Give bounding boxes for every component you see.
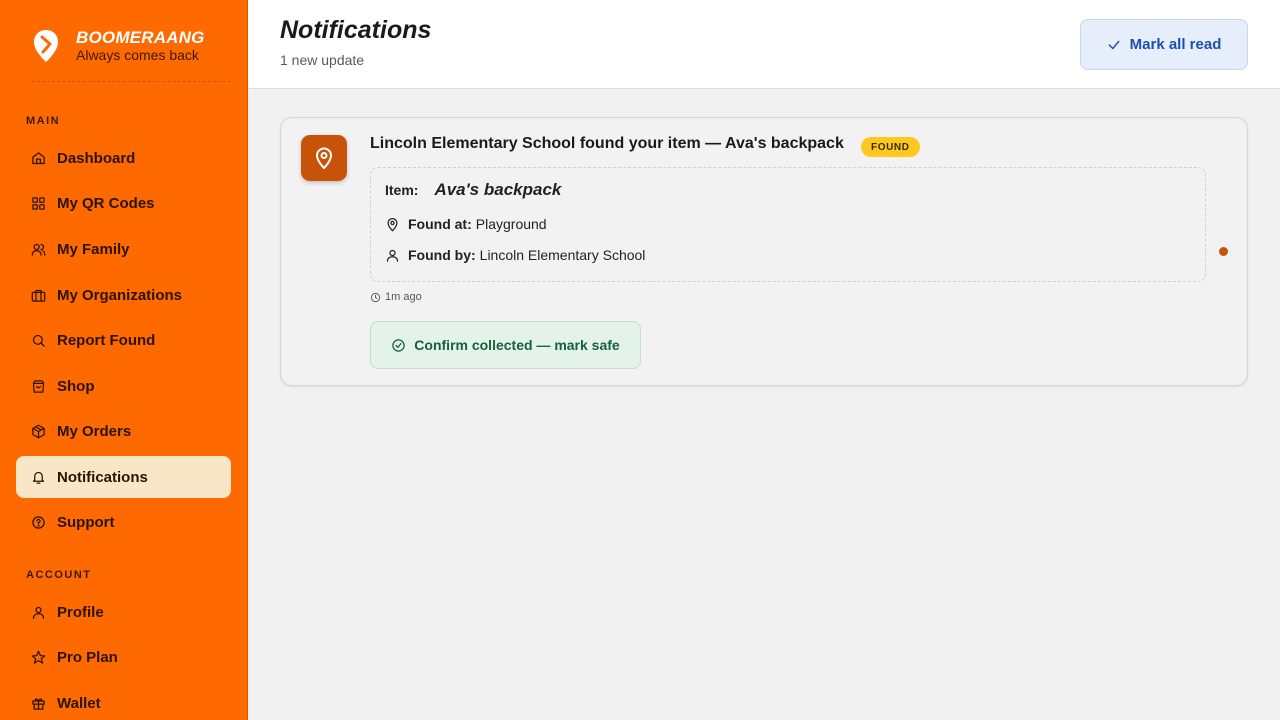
found-at-label: Found at:: [408, 216, 472, 232]
item-name: Ava's backpack: [434, 180, 562, 199]
sidebar-item-label: Report Found: [57, 331, 156, 349]
sidebar-item-my-family[interactable]: My Family: [16, 228, 231, 270]
sidebar-item-label: Wallet: [57, 694, 101, 712]
timestamp-text: 1m ago: [385, 291, 422, 303]
page-subtitle: 1 new update: [280, 52, 365, 68]
section-label-account: ACCOUNT: [26, 569, 92, 581]
page-header: Notifications 1 new update Mark all read: [248, 0, 1280, 89]
sidebar-item-dashboard[interactable]: Dashboard: [16, 137, 231, 179]
notification-title: Lincoln Elementary School found your ite…: [370, 135, 844, 152]
sidebar-item-wallet[interactable]: Wallet: [16, 682, 231, 720]
shopping-bag-icon: [30, 378, 46, 394]
sidebar-item-my-orders[interactable]: My Orders: [16, 410, 231, 452]
sidebar-item-label: Pro Plan: [57, 648, 118, 666]
status-badge: FOUND: [861, 137, 920, 157]
user-icon: [30, 604, 46, 620]
help-circle-icon: [30, 514, 46, 530]
sidebar-item-label: Notifications: [57, 468, 148, 486]
item-label: Item:: [385, 182, 419, 198]
unread-indicator: [1219, 247, 1228, 256]
sidebar-item-report-found[interactable]: Report Found: [16, 319, 231, 361]
sidebar-item-profile[interactable]: Profile: [16, 591, 231, 633]
found-at-value: Playground: [475, 216, 547, 232]
clock-icon: [370, 292, 381, 302]
brand-tagline: Always comes back: [76, 47, 199, 63]
sidebar-item-pro-plan[interactable]: Pro Plan: [16, 636, 231, 678]
check-icon: [1108, 40, 1120, 49]
mark-all-read-label: Mark all read: [1129, 36, 1222, 53]
boomerang-logo-icon: [34, 30, 58, 62]
brand[interactable]: BOOMERAANG Always comes back: [32, 26, 231, 82]
confirm-collected-button[interactable]: Confirm collected — mark safe: [370, 321, 641, 369]
notification-card[interactable]: Lincoln Elementary School found your ite…: [280, 117, 1248, 386]
item-row: Item: Ava's backpack: [385, 180, 561, 200]
sidebar-item-my-qr-codes[interactable]: My QR Codes: [16, 182, 231, 224]
search-icon: [30, 332, 46, 348]
qr-grid-icon: [30, 195, 46, 211]
check-circle-icon: [392, 338, 406, 352]
briefcase-icon: [30, 287, 46, 303]
user-icon: [385, 248, 400, 263]
star-icon: [30, 649, 46, 665]
sidebar-item-label: My QR Codes: [57, 194, 155, 212]
sidebar-item-my-organizations[interactable]: My Organizations: [16, 274, 231, 316]
sidebar-item-label: My Family: [57, 240, 130, 258]
notification-timestamp: 1m ago: [370, 291, 422, 303]
sidebar-item-label: Support: [57, 513, 115, 531]
mark-all-read-button[interactable]: Mark all read: [1080, 19, 1248, 70]
found-by-label: Found by:: [408, 247, 476, 263]
confirm-collected-label: Confirm collected — mark safe: [414, 337, 620, 353]
home-icon: [30, 150, 46, 166]
found-by-value: Lincoln Elementary School: [479, 247, 646, 263]
sidebar-item-notifications[interactable]: Notifications: [16, 456, 231, 498]
gift-icon: [30, 695, 46, 711]
sidebar-item-label: Dashboard: [57, 149, 136, 167]
bell-icon: [30, 469, 46, 485]
found-at-row: Found at: Playground: [385, 216, 547, 232]
sidebar-item-label: Shop: [57, 377, 95, 395]
found-by-row: Found by: Lincoln Elementary School: [385, 247, 645, 263]
users-icon: [30, 241, 46, 257]
brand-name: BOOMERAANG: [76, 28, 205, 47]
notification-details: Item: Ava's backpack Found at: Playgroun…: [370, 167, 1206, 282]
sidebar-item-label: My Organizations: [57, 286, 183, 304]
sidebar-item-label: Profile: [57, 603, 104, 621]
page-title: Notifications: [280, 16, 432, 44]
package-icon: [30, 423, 46, 439]
location-pin-icon: [385, 217, 400, 232]
sidebar: BOOMERAANG Always comes back MAIN Dashbo…: [0, 0, 248, 720]
sidebar-item-shop[interactable]: Shop: [16, 365, 231, 407]
section-label-main: MAIN: [26, 115, 61, 127]
sidebar-item-support[interactable]: Support: [16, 501, 231, 543]
map-pin-icon: [301, 135, 347, 181]
sidebar-item-label: My Orders: [57, 422, 132, 440]
